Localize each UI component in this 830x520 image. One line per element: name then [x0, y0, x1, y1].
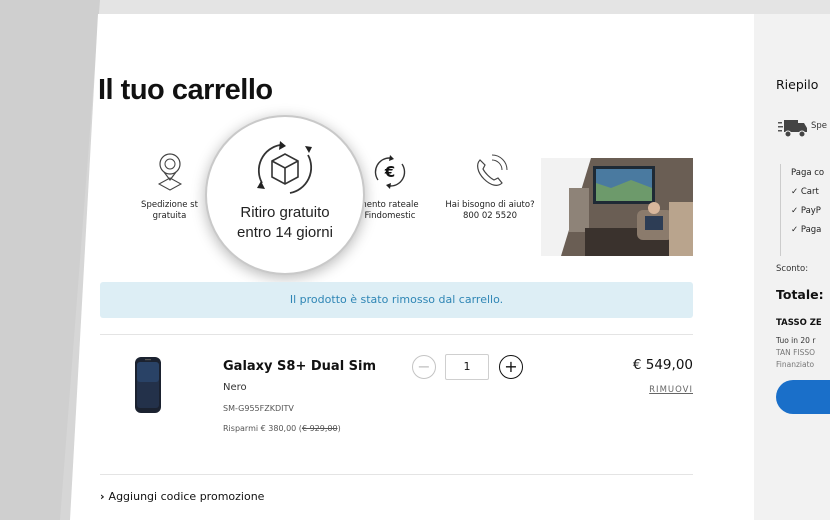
- svg-text:€: €: [384, 163, 395, 181]
- feature-shipping-line2: gratuita: [152, 211, 187, 221]
- summary-payment-box: Paga co ✓ Cart ✓ PayP ✓ Paga: [780, 164, 830, 256]
- delivery-pin-icon: [157, 153, 182, 191]
- summary-pay-header: Paga co: [791, 168, 825, 178]
- truck-icon: [778, 120, 807, 138]
- divider-top: [100, 334, 693, 335]
- top-strip: [0, 0, 830, 14]
- summary-fin-line: TAN FISSO: [776, 348, 816, 357]
- savings-close: ): [337, 424, 341, 433]
- summary-title: Riepilo: [776, 77, 819, 92]
- feature-help-line2: 800 02 5520: [462, 211, 518, 221]
- order-summary-sidebar: Riepilo Spe Paga co ✓ Cart ✓ PayP ✓ Paga…: [754, 14, 830, 520]
- feature-help-line1: Hai bisogno di aiuto?: [445, 200, 535, 210]
- summary-shipping: Spe: [811, 121, 828, 131]
- summary-total-label: Totale:: [776, 287, 824, 302]
- feature-shipping: Spedizione st gratuita: [122, 150, 217, 222]
- phone-icon: [477, 154, 508, 186]
- add-promo-code-link[interactable]: › Aggiungi codice promozione: [100, 490, 264, 503]
- removed-alert: Il prodotto è stato rimosso dal carrello…: [100, 282, 693, 318]
- product-sku: SM-G955FZKDITV: [223, 404, 294, 413]
- remove-link[interactable]: RIMUOVI: [649, 385, 693, 395]
- summary-pay-option: ✓ Paga: [791, 225, 822, 235]
- page-title: Il tuo carrello: [98, 74, 273, 106]
- quantity-input[interactable]: 1: [445, 354, 489, 380]
- pickup-magnifier: Ritiro gratuito entro 14 giorni: [205, 115, 365, 275]
- euro-cycle-icon: €: [374, 155, 406, 189]
- summary-fin-line: Finanziato: [776, 360, 815, 369]
- feature-help: Hai bisogno di aiuto? 800 02 5520: [440, 150, 540, 222]
- summary-tasso-zero: TASSO ZE: [776, 318, 822, 328]
- box-return-icon: [257, 141, 313, 194]
- savings-label: Risparmi € 380,00 (: [223, 424, 302, 433]
- promo-photo: [541, 158, 693, 256]
- summary-discount-label: Sconto:: [776, 264, 809, 274]
- product-name[interactable]: Galaxy S8+ Dual Sim: [223, 359, 376, 374]
- divider-bottom: [100, 474, 693, 475]
- feature-shipping-line1: Spedizione st: [141, 200, 198, 210]
- quantity-increase-button[interactable]: +: [499, 355, 523, 379]
- product-color: Nero: [223, 382, 247, 393]
- chevron-right-icon: ›: [100, 490, 105, 503]
- summary-fin-line: Tuo in 20 r: [776, 336, 816, 345]
- checkout-button[interactable]: [776, 380, 830, 414]
- product-savings: Risparmi € 380,00 (€ 929,00): [223, 424, 341, 433]
- pickup-line2: entro 14 giorni: [237, 224, 333, 241]
- pickup-line1: Ritiro gratuito: [240, 204, 330, 221]
- promo-label: Aggiungi codice promozione: [108, 490, 265, 503]
- summary-pay-option: ✓ Cart: [791, 187, 819, 197]
- quantity-decrease-button[interactable]: −: [412, 355, 436, 379]
- summary-pay-option: ✓ PayP: [791, 206, 821, 216]
- product-price: € 549,00: [632, 357, 693, 373]
- product-image: [135, 357, 161, 413]
- old-price: € 929,00: [301, 424, 338, 433]
